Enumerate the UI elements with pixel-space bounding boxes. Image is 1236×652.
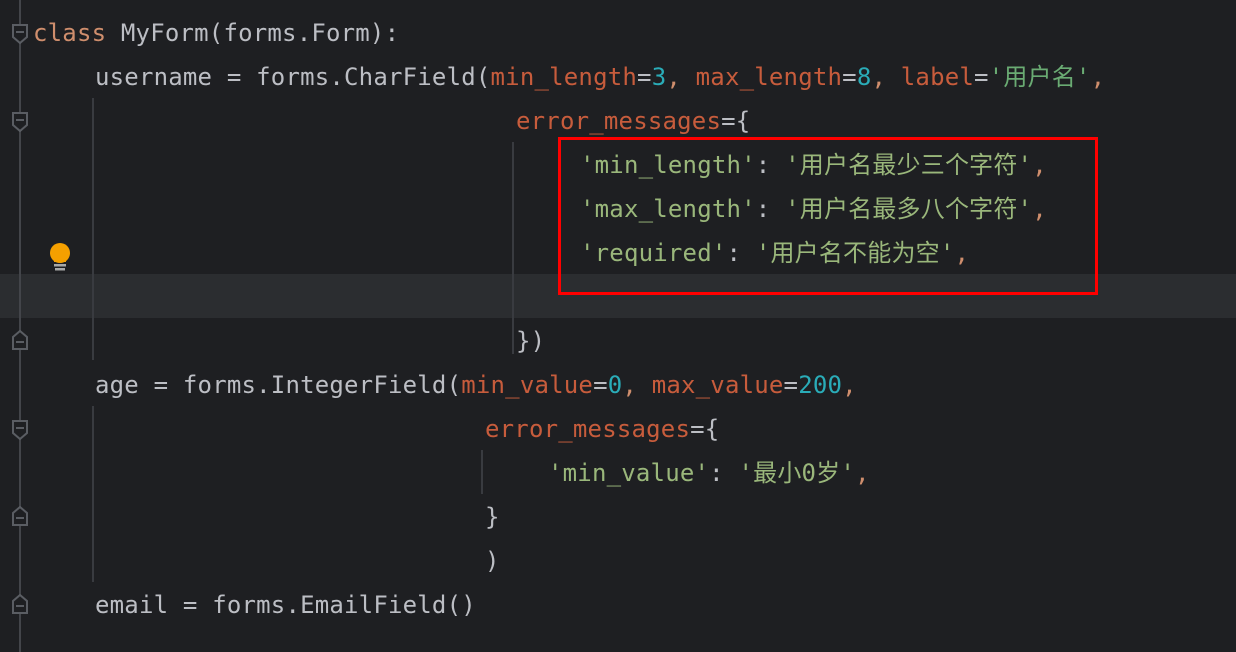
indent-guide	[481, 450, 483, 494]
parameter: min_value	[461, 371, 594, 399]
code-text: username = forms.CharField(	[95, 63, 491, 91]
fold-end-icon[interactable]	[11, 506, 29, 526]
code-text: MyForm(forms.Form):	[106, 19, 400, 47]
keyword: class	[33, 19, 107, 47]
code-text: ={	[721, 107, 751, 135]
fold-end-icon[interactable]	[11, 594, 29, 614]
code-line[interactable]: age = forms.IntegerField(min_value=0, ma…	[95, 363, 857, 407]
string: '最小0岁'	[738, 459, 856, 487]
operator: =	[974, 63, 989, 91]
code-line[interactable]: email = forms.EmailField()	[95, 583, 476, 627]
comma: ,	[871, 63, 901, 91]
dict-key: 'min_value'	[548, 459, 710, 487]
fold-guide-line	[19, 0, 21, 652]
number: 200	[798, 371, 843, 399]
comma: ,	[666, 63, 696, 91]
operator: =	[593, 371, 608, 399]
parameter: max_value	[651, 371, 784, 399]
code-line[interactable]: }	[485, 495, 500, 539]
operator: =	[637, 63, 652, 91]
colon: :	[709, 459, 739, 487]
annotation-highlight-box	[558, 137, 1098, 295]
parameter: error_messages	[516, 107, 722, 135]
parameter: min_length	[490, 63, 638, 91]
indent-guide	[512, 142, 514, 354]
code-text: ={	[690, 415, 720, 443]
fold-start-icon[interactable]	[11, 112, 29, 132]
fold-start-icon[interactable]	[11, 420, 29, 440]
intention-bulb-icon[interactable]	[48, 242, 72, 274]
code-line[interactable]: class MyForm(forms.Form):	[33, 11, 399, 55]
code-line[interactable]: })	[516, 319, 545, 363]
comma: ,	[1090, 63, 1106, 91]
comma: ,	[622, 371, 652, 399]
code-line[interactable]: username = forms.CharField(min_length=3,…	[95, 55, 1105, 99]
code-line[interactable]: 'min_value': '最小0岁',	[548, 451, 870, 495]
parameter: error_messages	[485, 415, 691, 443]
number: 8	[856, 63, 872, 91]
number: 3	[651, 63, 667, 91]
operator: =	[842, 63, 857, 91]
comma: ,	[855, 459, 870, 487]
indent-guide	[92, 406, 94, 582]
fold-start-icon[interactable]	[11, 24, 29, 44]
operator: =	[783, 371, 799, 399]
parameter: max_length	[695, 63, 843, 91]
fold-end-icon[interactable]	[11, 330, 29, 350]
code-editor[interactable]: class MyForm(forms.Form): username = for…	[0, 0, 1236, 652]
indent-guide	[92, 98, 94, 360]
string: '用户名'	[988, 63, 1091, 91]
code-line[interactable]: )	[485, 539, 500, 583]
number: 0	[607, 371, 623, 399]
comma: ,	[842, 371, 857, 399]
code-text: age = forms.IntegerField(	[95, 371, 462, 399]
code-line[interactable]: error_messages={	[485, 407, 719, 451]
parameter: label	[900, 63, 975, 91]
